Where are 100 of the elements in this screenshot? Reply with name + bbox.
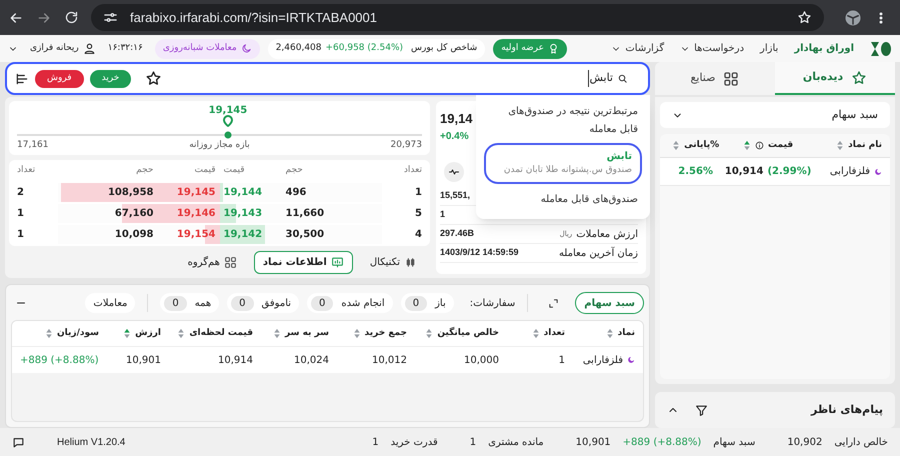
- status-value: 1: [470, 436, 476, 450]
- column-header: سر به سر: [284, 326, 329, 340]
- tab[interactable]: صنایع: [655, 62, 775, 95]
- search-result[interactable]: تابش صندوق س.پشتوانه طلا تابان تمدن: [484, 143, 642, 184]
- night-trading-button[interactable]: معاملات شبانه‌روزی: [154, 38, 260, 58]
- order-volume: 11,660: [284, 207, 326, 221]
- tab[interactable]: هم‌گروه: [178, 251, 246, 274]
- sort-icon[interactable]: [743, 140, 752, 151]
- nav-link[interactable]: بازار: [760, 41, 778, 56]
- order-volume: 108,958: [106, 186, 154, 200]
- field-label: زمان آخرین معامله: [558, 246, 638, 260]
- field-value: 15,551,: [440, 189, 470, 202]
- nav-link[interactable]: گزارشات: [611, 41, 664, 56]
- order-volume: 30,500: [284, 228, 326, 242]
- moon-icon: [874, 168, 882, 176]
- ask-price: 19,154: [176, 228, 216, 242]
- order-count: 5: [414, 207, 422, 221]
- column-header: قیمت: [222, 164, 246, 178]
- field-value: 1: [440, 208, 446, 222]
- sort-icon[interactable]: [123, 328, 132, 339]
- candles-icon: [404, 256, 417, 269]
- order-volume: 10,098: [114, 228, 154, 242]
- basket-select[interactable]: سبد سهام: [660, 102, 890, 128]
- chat-icon[interactable]: [12, 436, 25, 448]
- sort-icon[interactable]: [425, 328, 434, 339]
- sort-icon[interactable]: [44, 328, 53, 339]
- current-price: 19,145: [208, 104, 248, 118]
- max-price: 20,973: [390, 139, 422, 152]
- tab[interactable]: دیده‌بان: [775, 62, 895, 95]
- clock: ۱۶:۳۲:۱۶: [108, 42, 143, 55]
- index-label: شاخص کل بورس: [411, 42, 478, 55]
- table-cell-text: 10,024: [293, 354, 329, 368]
- count-badge: 0: [231, 296, 254, 310]
- chart-icon[interactable]: [444, 162, 464, 182]
- symbol-name[interactable]: فلزفارابی: [830, 164, 870, 179]
- column-header: قیمت لحظه‌ای: [189, 326, 253, 340]
- sort-icon[interactable]: [177, 328, 186, 339]
- symbol-name[interactable]: فلزفارابی: [582, 352, 623, 368]
- sort-icon[interactable]: [532, 328, 540, 339]
- sort-icon[interactable]: [352, 328, 361, 339]
- trades-button[interactable]: معاملات: [85, 293, 136, 313]
- order-count: 1: [17, 207, 25, 221]
- presentation-icon: [330, 256, 344, 269]
- search-icon: [617, 73, 628, 84]
- site-settings-icon[interactable]: [103, 10, 118, 25]
- status-change: +889 (+8.88%): [622, 436, 702, 450]
- address-bar[interactable]: farabixo.irfarabi.com/?isin=IRTKTABA0001: [91, 4, 824, 31]
- range-label: بازه مجاز روزانه: [189, 139, 250, 152]
- grid-icon: [723, 70, 740, 86]
- price-change: +0.4%: [440, 130, 469, 144]
- table-cell-text: +889 (+8.88%): [20, 354, 99, 368]
- column-header: سود/زیان: [56, 326, 99, 340]
- column-header: جمع خرید: [364, 326, 407, 340]
- ask-price: 19,145: [176, 186, 216, 200]
- category-link[interactable]: صندوق‌های قابل معامله: [484, 188, 642, 210]
- list-icon[interactable]: [15, 72, 29, 86]
- star-icon[interactable]: [145, 70, 162, 87]
- order-count: 4: [414, 228, 422, 242]
- column-header: حجم: [135, 164, 154, 178]
- bookmark-star-icon[interactable]: [797, 10, 812, 25]
- result-heading: مرتبط‌ترین نتیجه در صندوق‌های قابل معامله: [507, 105, 639, 137]
- tab[interactable]: تکنیکال: [360, 251, 426, 274]
- user-icon: [82, 42, 96, 55]
- sell-button[interactable]: فروش: [35, 70, 84, 88]
- basket-button[interactable]: سبد سهام: [575, 292, 644, 314]
- column-header[interactable]: قیمت: [723, 138, 813, 152]
- table-cell-text: 10,914: [217, 354, 253, 368]
- award-icon: [548, 43, 559, 54]
- count-badge: 0: [404, 296, 428, 310]
- expand-icon[interactable]: [548, 298, 560, 308]
- nav-link[interactable]: اوراق بهادار: [794, 41, 854, 56]
- table-cell-text: 10,901: [125, 354, 161, 368]
- count-badge: 0: [311, 296, 334, 310]
- reload-icon[interactable]: [64, 10, 79, 25]
- nav-link[interactable]: درخواست‌ها: [680, 41, 744, 56]
- column-header: حجم: [284, 164, 304, 178]
- bid-price: 19,144: [222, 186, 264, 200]
- search-field[interactable]: تابش: [588, 70, 628, 87]
- grid-icon: [224, 256, 237, 269]
- count-badge: 0: [164, 296, 187, 310]
- order-volume: 67,160: [114, 207, 154, 221]
- column-header: قیمت: [193, 164, 216, 178]
- column-header[interactable]: نام نماد: [812, 138, 882, 152]
- sort-icon[interactable]: [272, 328, 281, 339]
- column-header: تعداد: [544, 326, 565, 340]
- filter-icon[interactable]: [695, 404, 708, 416]
- price: 10,914: [724, 165, 764, 179]
- last-price: 19,14: [440, 110, 473, 128]
- user-menu[interactable]: ریحانه فرازی: [8, 42, 96, 56]
- version-text: Helium V1.20.4: [57, 436, 126, 450]
- field-label: ارزش معاملات: [576, 228, 638, 242]
- column-header: ارزش: [135, 326, 161, 340]
- order-count: 2: [17, 186, 25, 200]
- table-cell-text: 10,000: [463, 354, 499, 368]
- status-value: 10,902: [787, 436, 822, 450]
- column-header[interactable]: %پایانی: [668, 138, 724, 152]
- column-header: تعداد: [402, 164, 422, 178]
- sort-icon[interactable]: [606, 328, 614, 339]
- tab[interactable]: اطلاعات نماد: [254, 251, 353, 274]
- order-count: 1: [414, 186, 422, 200]
